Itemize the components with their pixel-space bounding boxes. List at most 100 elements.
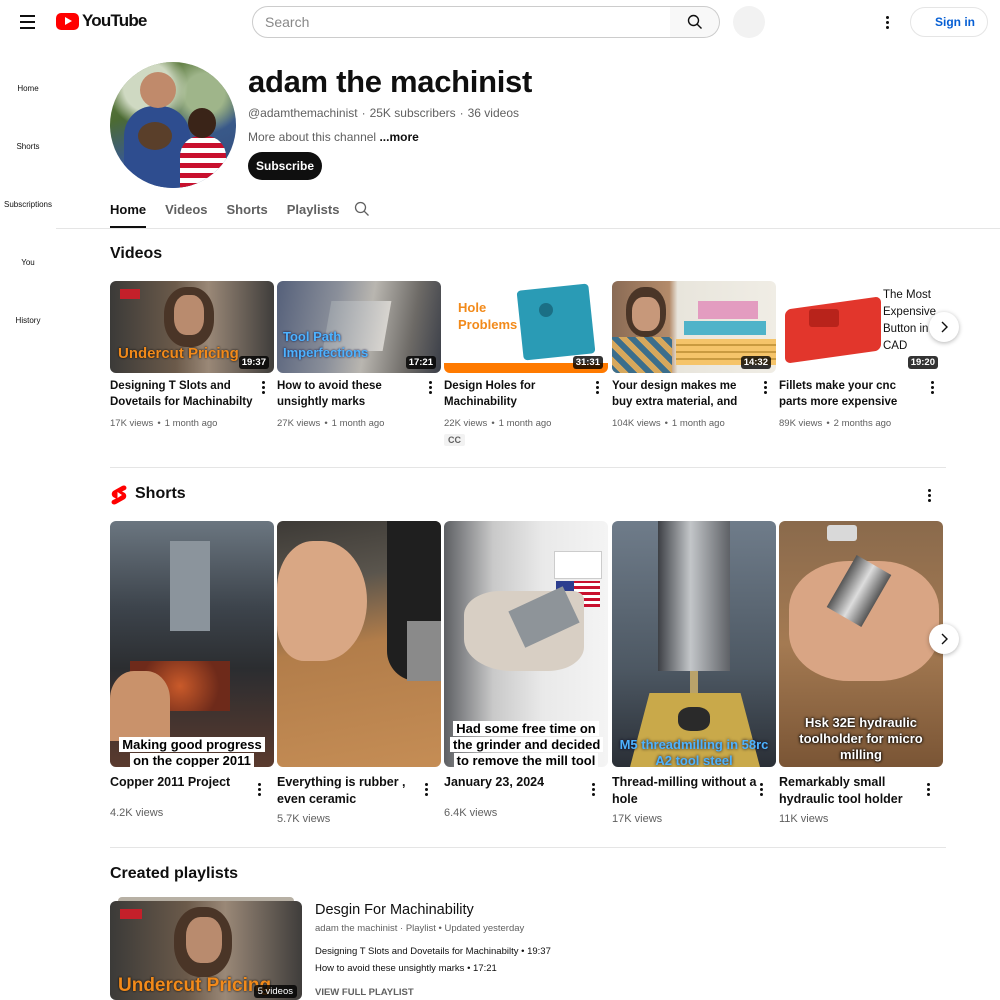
video-menu-icon[interactable] <box>429 381 432 394</box>
channel-meta: @adamthemachinist · 25K subscribers · 36 vid… <box>248 106 519 120</box>
video-title[interactable]: How to avoid these unsightly marks <box>277 378 422 410</box>
more-link[interactable]: ...more <box>379 130 418 144</box>
shorts-menu-icon[interactable] <box>928 489 931 502</box>
short-menu-icon[interactable] <box>927 783 930 796</box>
channel-tabs: Home Videos Shorts Playlists <box>110 192 369 228</box>
channel-search-icon[interactable] <box>354 201 370 217</box>
short-title[interactable]: Remarkably small hydraulic tool holder <box>779 774 924 808</box>
short-title[interactable]: Thread-milling without a hole <box>612 774 757 808</box>
short-card[interactable]: Hsk 32E hydraulic toolholder for micro m… <box>779 521 943 825</box>
subscriber-count: 25K subscribers <box>369 106 456 120</box>
tabs-divider <box>56 228 1000 229</box>
playlist-thumbnail[interactable]: Undercut Pricing 5 videos <box>110 901 302 1000</box>
video-menu-icon[interactable] <box>596 381 599 394</box>
short-caption: Had some free time on the grinder and de… <box>444 721 608 767</box>
shorts-section-title[interactable]: Shorts <box>135 485 186 503</box>
video-title[interactable]: Fillets make your cnc parts more expensi… <box>779 378 924 410</box>
short-thumbnail[interactable] <box>277 521 441 767</box>
playlist-owner[interactable]: adam the machinist <box>315 923 397 934</box>
playlist-video-count: 5 videos <box>253 985 297 998</box>
short-caption-text: Had some free time on the grinder and de… <box>450 721 604 767</box>
playlist-item[interactable]: How to avoid these unsightly marks • 17:… <box>315 963 497 974</box>
short-menu-icon[interactable] <box>760 783 763 796</box>
short-thumbnail[interactable]: Making good progress on the copper 2011 <box>110 521 274 767</box>
nav-shorts[interactable]: Shorts <box>0 142 56 151</box>
video-menu-icon[interactable] <box>764 381 767 394</box>
video-meta: 27K views • 1 month ago <box>277 418 385 429</box>
channel-name: adam the machinist <box>248 64 533 99</box>
short-title[interactable]: Copper 2011 Project <box>110 774 255 791</box>
about-text: More about this channel <box>248 130 377 144</box>
shorts-next-button[interactable] <box>929 624 959 654</box>
nav-you[interactable]: You <box>0 258 56 267</box>
video-views: 104K views <box>612 418 661 429</box>
playlist-title[interactable]: Desgin For Machinability <box>315 902 474 918</box>
video-duration: 19:20 <box>907 356 938 369</box>
channel-about[interactable]: More about this channel ...more <box>248 130 419 144</box>
playlist-item-duration: 17:21 <box>473 963 497 974</box>
nav-home[interactable]: Home <box>0 84 56 93</box>
short-thumbnail[interactable]: M5 threadmilling in 58rc A2 tool steel <box>612 521 776 767</box>
chevron-right-icon <box>941 633 948 645</box>
playlists-section-title[interactable]: Created playlists <box>110 865 238 883</box>
video-title[interactable]: Design Holes for Machinability <box>444 378 589 410</box>
video-thumbnail[interactable]: 14:32 <box>612 281 776 373</box>
sign-in-button[interactable]: Sign in <box>910 7 988 37</box>
videos-next-button[interactable] <box>929 312 959 342</box>
video-meta: 89K views • 2 months ago <box>779 418 892 429</box>
short-title[interactable]: Everything is rubber , even ceramic <box>277 774 422 808</box>
video-thumbnail-text: Undercut Pricing <box>118 345 239 362</box>
video-thumbnail[interactable]: Hole Problems 31:31 <box>444 281 608 373</box>
settings-menu-icon[interactable] <box>886 16 889 29</box>
video-menu-icon[interactable] <box>931 381 934 394</box>
short-card[interactable]: M5 threadmilling in 58rc A2 tool steel T… <box>612 521 776 825</box>
video-card[interactable]: Hole Problems 31:31 Design Holes for Mac… <box>444 281 608 446</box>
menu-icon[interactable] <box>18 12 38 32</box>
video-title[interactable]: Your design makes me buy extra material,… <box>612 378 757 410</box>
short-card[interactable]: Everything is rubber , even ceramic 5.7K… <box>277 521 441 825</box>
video-title[interactable]: Designing T Slots and Dovetails for Mach… <box>110 378 255 410</box>
short-menu-icon[interactable] <box>258 783 261 796</box>
video-thumbnail[interactable]: The Most Expensive Button in CAD 19:20 <box>779 281 943 373</box>
video-views: 22K views <box>444 418 488 429</box>
search-input[interactable]: Search <box>252 6 671 38</box>
tab-videos[interactable]: Videos <box>165 192 207 228</box>
search-button[interactable] <box>670 6 720 38</box>
short-views: 11K views <box>779 813 829 825</box>
video-meta: 104K views • 1 month ago <box>612 418 725 429</box>
video-age: 1 month ago <box>671 418 725 429</box>
video-card[interactable]: Tool Path Imperfections 17:21 How to avo… <box>277 281 441 429</box>
chevron-right-icon <box>941 321 948 333</box>
subscribe-button[interactable]: Subscribe <box>248 152 322 180</box>
short-caption: Hsk 32E hydraulic toolholder for micro m… <box>799 715 923 762</box>
video-thumbnail[interactable]: Tool Path Imperfections 17:21 <box>277 281 441 373</box>
short-views: 17K views <box>612 813 663 825</box>
short-card[interactable]: Had some free time on the grinder and de… <box>444 521 608 819</box>
short-thumbnail[interactable]: Hsk 32E hydraulic toolholder for micro m… <box>779 521 943 767</box>
nav-subscriptions[interactable]: Subscriptions <box>0 200 56 209</box>
video-card[interactable]: The Most Expensive Button in CAD 19:20 F… <box>779 281 943 429</box>
top-bar: YouTube Search Sign in <box>0 0 1000 44</box>
short-title[interactable]: January 23, 2024 <box>444 774 589 791</box>
video-thumbnail[interactable]: Undercut Pricing 19:37 <box>110 281 274 373</box>
view-full-playlist-link[interactable]: VIEW FULL PLAYLIST <box>315 987 414 998</box>
short-menu-icon[interactable] <box>592 783 595 796</box>
tab-shorts[interactable]: Shorts <box>227 192 268 228</box>
short-card[interactable]: Making good progress on the copper 2011 … <box>110 521 274 819</box>
voice-search-button[interactable] <box>733 6 765 38</box>
playlist-item[interactable]: Designing T Slots and Dovetails for Mach… <box>315 946 551 957</box>
youtube-play-icon <box>56 12 79 30</box>
nav-history[interactable]: History <box>0 316 56 325</box>
video-card[interactable]: 14:32 Your design makes me buy extra mat… <box>612 281 776 429</box>
short-thumbnail[interactable]: Had some free time on the grinder and de… <box>444 521 608 767</box>
video-menu-icon[interactable] <box>262 381 265 394</box>
videos-section-title[interactable]: Videos <box>110 245 162 263</box>
tab-home[interactable]: Home <box>110 192 147 228</box>
video-card[interactable]: Undercut Pricing 19:37 Designing T Slots… <box>110 281 274 429</box>
playlist-item-title: How to avoid these unsightly marks <box>315 963 465 974</box>
video-age: 1 month ago <box>331 418 385 429</box>
video-duration: 14:32 <box>740 356 771 369</box>
tab-playlists[interactable]: Playlists <box>287 192 340 228</box>
youtube-logo[interactable]: YouTube <box>56 11 147 31</box>
short-menu-icon[interactable] <box>425 783 428 796</box>
